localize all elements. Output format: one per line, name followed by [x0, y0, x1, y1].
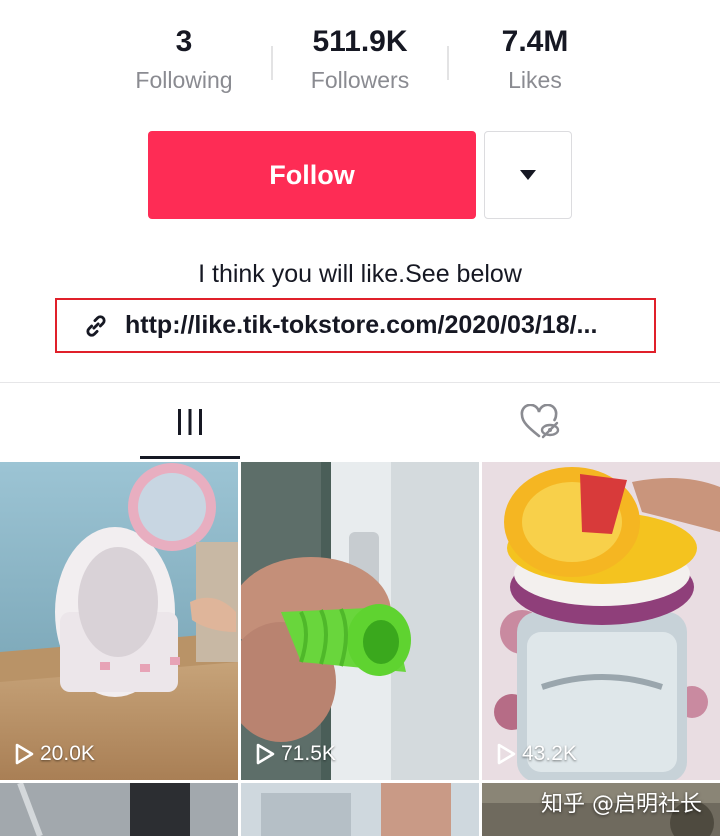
profile-bio: I think you will like.See below — [198, 260, 522, 288]
video-thumbnail[interactable]: 43.2K — [482, 462, 720, 780]
play-count: 20.0K — [14, 742, 95, 766]
profile-stats: 3 Following 511.9K Followers 7.4M Likes — [0, 24, 720, 104]
video-thumbnail[interactable] — [241, 783, 479, 836]
tab-videos[interactable] — [140, 384, 240, 460]
video-thumbnail-image — [241, 783, 479, 836]
suggested-accounts-button[interactable] — [484, 131, 572, 219]
play-count: 71.5K — [255, 742, 336, 766]
caret-down-icon — [520, 170, 536, 180]
likes-count: 7.4M — [501, 25, 569, 58]
play-icon — [15, 743, 34, 765]
bio-link[interactable]: http://like.tik-tokstore.com/2020/03/18/… — [55, 298, 656, 353]
video-thumbnail-image — [0, 783, 238, 836]
video-grid: 20.0K 71.5K 43.2K 知乎 @启明社长 — [0, 462, 720, 836]
likes-label: Likes — [508, 67, 562, 93]
active-tab-indicator — [140, 456, 240, 459]
followers-label: Followers — [310, 67, 410, 93]
stat-followers[interactable]: 511.9K Followers — [280, 24, 440, 94]
play-icon — [256, 743, 275, 765]
link-icon — [86, 314, 106, 337]
following-count: 3 — [175, 25, 193, 58]
play-count-value: 71.5K — [281, 742, 336, 765]
video-thumbnail-image — [482, 462, 720, 780]
section-divider — [0, 382, 720, 383]
play-count-value: 43.2K — [522, 742, 577, 765]
tab-liked[interactable] — [490, 384, 590, 460]
video-thumbnail[interactable]: 71.5K — [241, 462, 479, 780]
play-count-value: 20.0K — [40, 742, 95, 765]
followers-count: 511.9K — [312, 25, 408, 58]
video-thumbnail[interactable] — [0, 783, 238, 836]
heart-hidden-icon — [520, 404, 560, 439]
video-thumbnail-image — [0, 462, 238, 780]
watermark: 知乎 @启明社长 — [541, 792, 702, 817]
stat-following[interactable]: 3 Following — [104, 24, 264, 94]
following-label: Following — [135, 67, 233, 93]
play-count: 43.2K — [496, 742, 577, 766]
stat-divider — [271, 46, 273, 80]
bio-link-text: http://like.tik-tokstore.com/2020/03/18/… — [125, 311, 598, 339]
stat-divider — [447, 46, 449, 80]
video-thumbnail-image — [241, 462, 479, 780]
stat-likes[interactable]: 7.4M Likes — [455, 24, 615, 94]
video-thumbnail[interactable]: 20.0K — [0, 462, 238, 780]
follow-button[interactable]: Follow — [148, 131, 476, 219]
grid-icon — [178, 409, 202, 435]
play-icon — [497, 743, 516, 765]
